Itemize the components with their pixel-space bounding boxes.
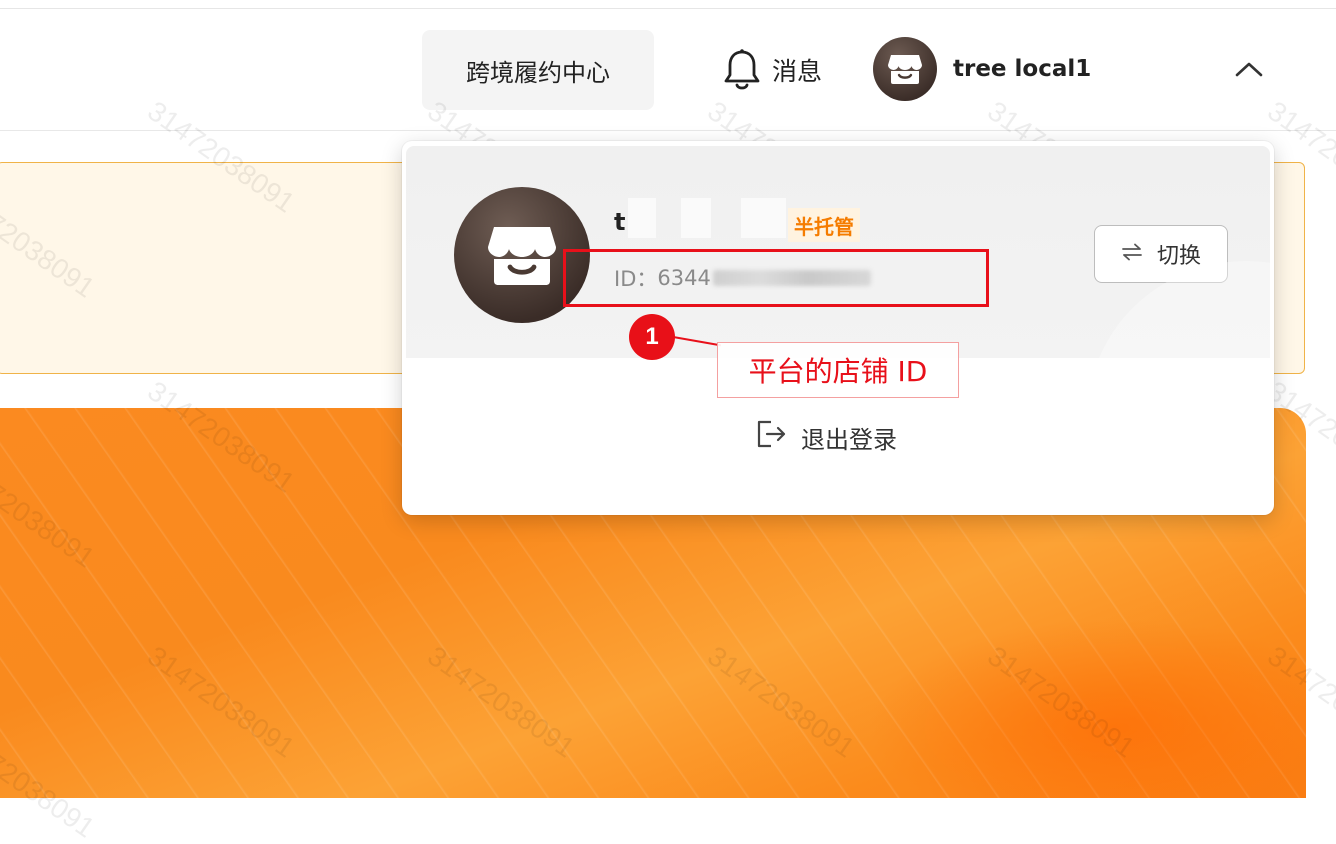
user-menu-trigger[interactable]: tree local1 bbox=[873, 36, 1091, 102]
semi-managed-badge: 半托管 bbox=[788, 208, 860, 242]
avatar bbox=[873, 37, 937, 101]
logout-icon bbox=[755, 419, 787, 455]
top-header: 跨境履约中心 消息 tree local1 bbox=[0, 9, 1336, 131]
fulfillment-center-label: 跨境履约中心 bbox=[466, 58, 610, 87]
annotation-label: 平台的店铺 ID bbox=[717, 342, 959, 398]
switch-label: 切换 bbox=[1156, 244, 1201, 269]
annotation-highlight-box bbox=[563, 249, 989, 307]
switch-shop-button[interactable]: 切换 bbox=[1094, 225, 1228, 283]
account-dropdown: t 半托管 ID： 6344 切换 退出登录 bbox=[402, 141, 1274, 515]
logout-button[interactable]: 退出登录 bbox=[755, 419, 897, 455]
store-icon bbox=[888, 55, 922, 84]
logout-label: 退出登录 bbox=[801, 425, 897, 454]
chevron-up-icon[interactable] bbox=[1232, 57, 1266, 81]
redacted-block bbox=[628, 198, 656, 238]
messages-label: 消息 bbox=[772, 57, 823, 86]
annotation-number-badge: 1 bbox=[629, 314, 675, 360]
fulfillment-center-button[interactable]: 跨境履约中心 bbox=[422, 30, 654, 110]
redacted-block bbox=[681, 198, 711, 238]
swap-arrows-icon bbox=[1121, 242, 1143, 267]
store-icon bbox=[488, 227, 556, 285]
user-name: tree local1 bbox=[953, 56, 1092, 82]
bell-icon bbox=[722, 48, 762, 92]
shop-name: t bbox=[614, 208, 626, 236]
messages-button[interactable]: 消息 bbox=[722, 48, 822, 92]
redacted-block bbox=[741, 198, 786, 238]
